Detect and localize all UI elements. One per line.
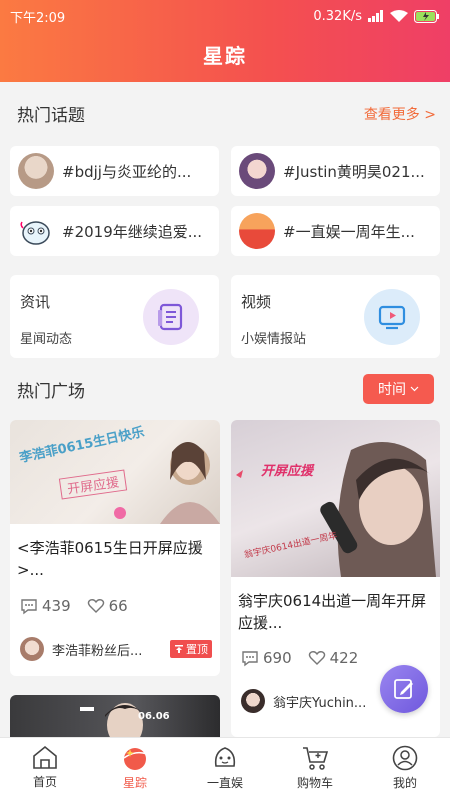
pin-icon bbox=[175, 645, 183, 653]
status-time: 下午2:09 bbox=[10, 10, 66, 26]
signal-icon bbox=[368, 10, 383, 22]
topic-item[interactable]: #bdjj与炎亚纶的... bbox=[10, 146, 219, 196]
mascot-icon bbox=[20, 221, 50, 245]
post-stats: 690 422 bbox=[241, 649, 358, 667]
bottom-tab-bar: 首页 星踪 一直娱 购物车 我的 bbox=[0, 737, 450, 800]
cart-icon bbox=[303, 747, 329, 770]
comment-count-value: 439 bbox=[42, 597, 71, 615]
cover-caption: 开屏应援 bbox=[261, 464, 314, 479]
mascot-icon bbox=[214, 747, 236, 767]
page-title: 星踪 bbox=[203, 44, 247, 68]
video-feature-card[interactable]: 视频 小娱情报站 bbox=[231, 275, 440, 358]
like-count[interactable]: 422 bbox=[308, 649, 359, 667]
plaza-title: 热门广场 bbox=[17, 382, 85, 402]
topic-item[interactable]: #一直娱一周年生... bbox=[231, 206, 440, 256]
comment-count-value: 690 bbox=[263, 649, 292, 667]
topic-item[interactable]: #Justin黄明昊021... bbox=[231, 146, 440, 196]
feature-subtitle: 星闻动态 bbox=[20, 332, 73, 347]
pinned-badge: 置顶 bbox=[170, 640, 212, 658]
post-title: 翁宇庆0614出道一周年开屏应援... bbox=[238, 592, 427, 632]
post-cover-image: 李浩菲0615生日快乐 开屏应援 bbox=[10, 420, 220, 524]
tab-yizhiyu[interactable]: 一直娱 bbox=[180, 738, 270, 800]
tab-star-track[interactable]: 星踪 bbox=[90, 738, 180, 800]
comment-count[interactable]: 439 bbox=[20, 597, 71, 615]
topic-label: #bdjj与炎亚纶的... bbox=[62, 162, 192, 181]
topic-label: #一直娱一周年生... bbox=[283, 222, 415, 241]
post-author[interactable]: 李浩菲粉丝后... 置顶 bbox=[20, 637, 212, 661]
like-count-value: 422 bbox=[329, 649, 359, 667]
topic-avatar bbox=[239, 153, 275, 189]
tab-label: 我的 bbox=[392, 776, 417, 790]
app-header: 下午2:09 0.32K/s 星踪 bbox=[0, 0, 450, 82]
cover-caption: 06.06 bbox=[138, 711, 170, 722]
topics-title: 热门话题 bbox=[17, 106, 85, 126]
topic-label: #Justin黄明昊021... bbox=[283, 162, 425, 181]
topic-avatar bbox=[18, 213, 54, 249]
topic-label: #2019年继续追爱... bbox=[62, 222, 203, 241]
author-avatar bbox=[20, 637, 44, 661]
like-count[interactable]: 66 bbox=[87, 597, 128, 615]
feature-subtitle: 小娱情报站 bbox=[241, 332, 307, 347]
post-title: <李浩菲0615生日开屏应援>... bbox=[17, 539, 203, 579]
news-feature-card[interactable]: 资讯 星闻动态 bbox=[10, 275, 219, 358]
edit-icon bbox=[394, 679, 413, 699]
comment-icon bbox=[242, 650, 258, 666]
star-planet-icon bbox=[123, 748, 148, 770]
wifi-icon bbox=[390, 9, 408, 22]
battery-icon bbox=[414, 9, 439, 23]
tab-label: 首页 bbox=[32, 775, 57, 789]
topic-avatar bbox=[239, 213, 275, 249]
news-icon bbox=[143, 289, 199, 345]
chevron-down-icon bbox=[410, 386, 419, 392]
sort-label: 时间 bbox=[378, 382, 406, 398]
tab-label: 一直娱 bbox=[206, 776, 243, 790]
sort-time-dropdown[interactable]: 时间 bbox=[363, 374, 434, 404]
like-count-value: 66 bbox=[108, 597, 128, 615]
see-more-link[interactable]: 查看更多 > bbox=[364, 104, 436, 124]
feature-title: 视频 bbox=[241, 293, 272, 311]
comment-icon bbox=[21, 598, 37, 614]
network-speed: 0.32K/s bbox=[313, 8, 362, 24]
heart-icon bbox=[308, 651, 325, 665]
compose-post-button[interactable] bbox=[380, 665, 428, 713]
post-card[interactable]: 李浩菲0615生日快乐 开屏应援 <李浩菲0615生日开屏应援>... 439 … bbox=[10, 420, 220, 676]
author-name: 翁宇庆Yuchin... bbox=[273, 695, 367, 711]
topic-item[interactable]: #2019年继续追爱... bbox=[10, 206, 219, 256]
plaza-section-header: 热门广场 bbox=[17, 377, 330, 402]
post-card[interactable]: 06.06 bbox=[10, 695, 220, 737]
tab-profile[interactable]: 我的 bbox=[360, 738, 450, 800]
tab-home[interactable]: 首页 bbox=[0, 738, 90, 800]
tab-label: 购物车 bbox=[296, 776, 333, 790]
topics-section-header: 热门话题 查看更多 > bbox=[17, 101, 436, 126]
heart-icon bbox=[87, 599, 104, 613]
feature-title: 资讯 bbox=[20, 293, 51, 311]
home-icon bbox=[33, 745, 57, 769]
post-cover-image: 开屏应援 翁宇庆0614出道一周年 bbox=[231, 420, 440, 577]
topic-avatar bbox=[18, 153, 54, 189]
tv-play-icon bbox=[364, 289, 420, 345]
tab-label: 星踪 bbox=[122, 776, 147, 790]
author-name: 李浩菲粉丝后... bbox=[52, 643, 143, 659]
post-cover-image: 06.06 bbox=[10, 695, 220, 737]
pinned-label: 置顶 bbox=[186, 643, 208, 656]
post-stats: 439 66 bbox=[20, 597, 128, 615]
author-avatar bbox=[241, 689, 265, 713]
profile-icon bbox=[392, 745, 418, 771]
status-bar: 下午2:09 0.32K/s bbox=[10, 6, 440, 26]
comment-count[interactable]: 690 bbox=[241, 649, 292, 667]
tab-cart[interactable]: 购物车 bbox=[270, 738, 360, 800]
